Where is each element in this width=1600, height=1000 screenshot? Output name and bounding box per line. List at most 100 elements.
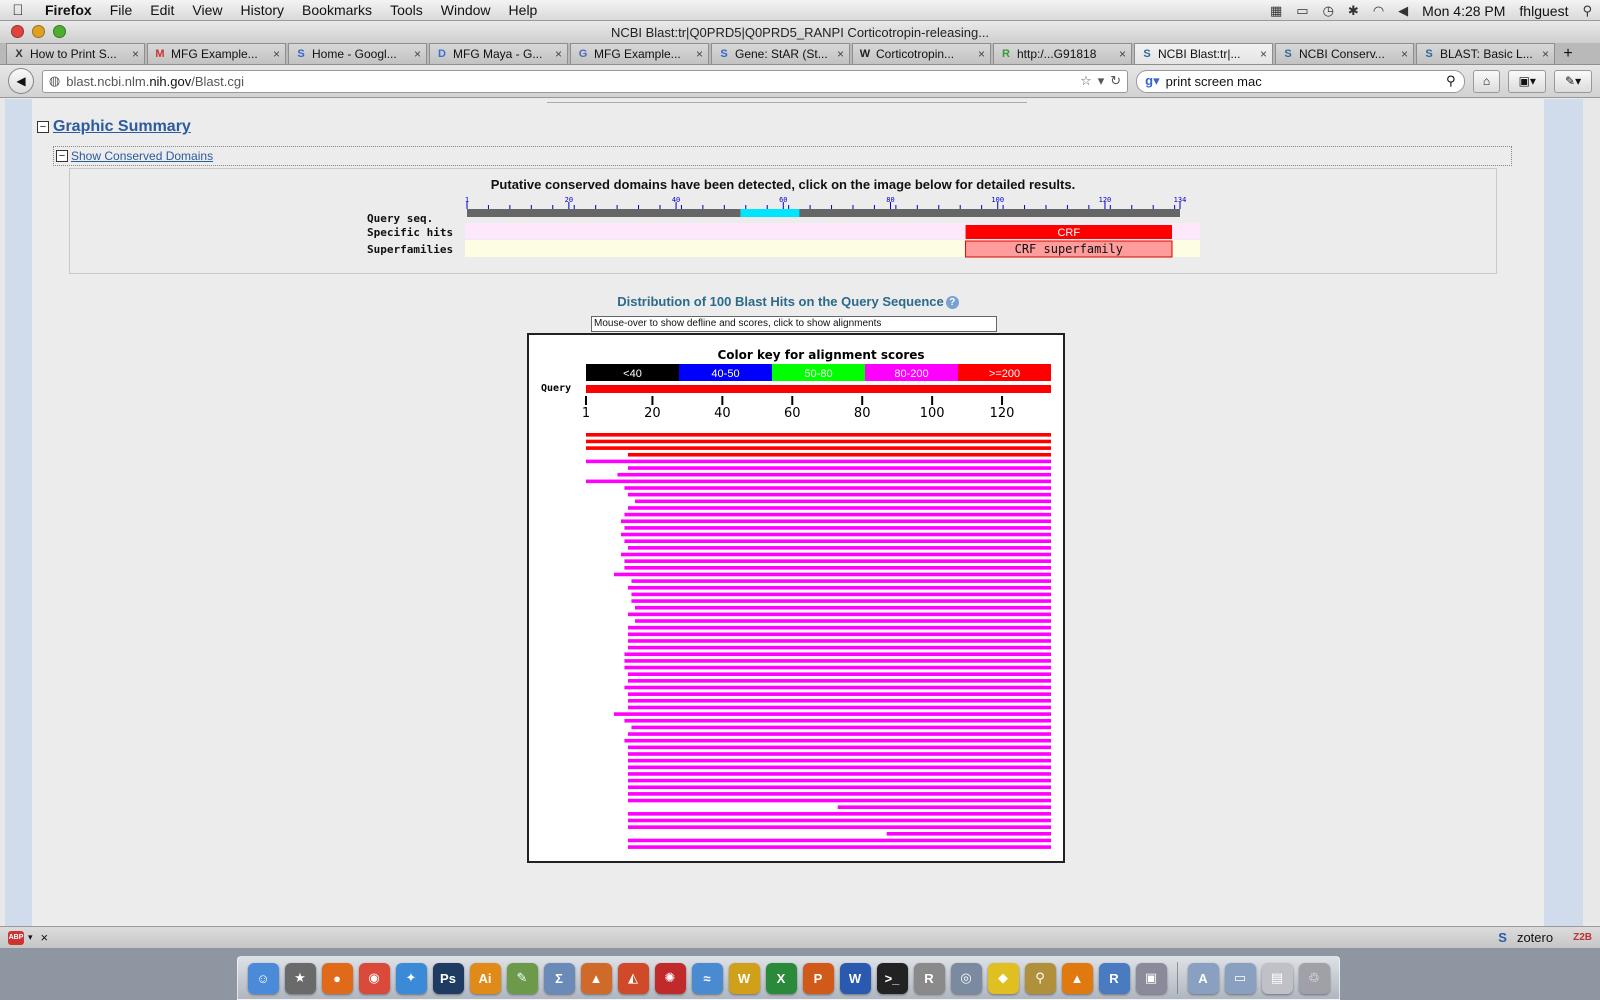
safari-icon[interactable]: ✦ xyxy=(395,962,427,994)
hit-bar[interactable] xyxy=(627,492,1051,497)
menu-view[interactable]: View xyxy=(183,2,231,18)
rstudio-icon[interactable]: R xyxy=(1098,962,1130,994)
tab-close-icon[interactable]: × xyxy=(1401,47,1408,61)
hit-bar[interactable] xyxy=(627,672,1051,676)
search-icon[interactable]: ⚲ xyxy=(1446,73,1456,89)
bluetooth-icon[interactable]: ✱ xyxy=(1348,3,1359,19)
hit-bar[interactable] xyxy=(586,439,1051,444)
hit-bar[interactable] xyxy=(627,625,1051,630)
browser-tab[interactable]: X How to Print S... × xyxy=(6,43,145,64)
word-icon[interactable]: W xyxy=(839,962,871,994)
tab-close-icon[interactable]: × xyxy=(273,47,280,61)
show-conserved-domains-link[interactable]: Show Conserved Domains xyxy=(71,149,213,163)
hit-bar[interactable] xyxy=(624,566,1051,570)
browser-tab[interactable]: Rhttp:/...G91818 × xyxy=(993,43,1132,64)
illustrator-icon[interactable]: Ai xyxy=(469,962,501,994)
blast-hits-svg[interactable]: Color key for alignment scores <40 40-50 50… xyxy=(529,335,1063,861)
hit-bar[interactable] xyxy=(624,718,1051,723)
hit-bar[interactable] xyxy=(627,645,1051,650)
hit-defline-field[interactable]: Mouse-over to show defline and scores, c… xyxy=(591,316,997,332)
firefox-icon[interactable]: ● xyxy=(321,962,353,994)
mathematica-icon[interactable]: ✺ xyxy=(654,962,686,994)
menu-edit[interactable]: Edit xyxy=(141,2,183,18)
browser-tab[interactable]: S Home - Googl... × xyxy=(288,43,427,64)
menu-bookmarks[interactable]: Bookmarks xyxy=(293,2,381,18)
hit-bar[interactable] xyxy=(627,639,1051,643)
hit-bar[interactable] xyxy=(631,579,1051,583)
menu-window[interactable]: Window xyxy=(432,2,500,18)
menubar-user[interactable]: fhlguest xyxy=(1519,3,1568,19)
minimize-window-button[interactable] xyxy=(32,25,45,38)
browser-tab[interactable]: M MFG Example... × xyxy=(147,43,286,64)
hit-bar[interactable] xyxy=(634,619,1051,623)
hit-bar[interactable] xyxy=(627,452,1051,457)
url-bar[interactable]: ◍ blast.ncbi.nlm.nih.gov/Blast.cgi ☆ ▾ ↻ xyxy=(41,69,1129,93)
menu-tools[interactable]: Tools xyxy=(381,2,432,18)
graphic-summary-link[interactable]: Graphic Summary xyxy=(53,118,191,136)
addon-button[interactable]: ✎▾ xyxy=(1554,69,1592,93)
blast-hits-graphic[interactable]: Color key for alignment scores <40 40-50 50… xyxy=(527,333,1065,863)
new-tab-button[interactable]: + xyxy=(1557,43,1579,64)
menu-file[interactable]: File xyxy=(101,2,142,18)
url-dropdown-icon[interactable]: ▾ xyxy=(1098,73,1105,89)
hit-bar[interactable] xyxy=(627,845,1051,849)
hit-bar[interactable] xyxy=(624,738,1051,743)
microscope-icon[interactable]: ⚲ xyxy=(1024,962,1056,994)
hit-bar[interactable] xyxy=(627,699,1051,703)
z2b-icon[interactable]: Z2B xyxy=(1573,932,1592,943)
conserved-domains-image[interactable]: 1 20 40 60 80 100 120 134CRFCRF superfamily xyxy=(70,169,1498,275)
hit-bar[interactable] xyxy=(624,486,1051,490)
hit-bar[interactable] xyxy=(586,433,1051,437)
browser-tab[interactable]: W Corticotropin... × xyxy=(852,43,991,64)
downloads-stack-icon[interactable]: ▤ xyxy=(1261,962,1293,994)
hit-bar[interactable] xyxy=(624,526,1051,530)
menu-app-name[interactable]: Firefox xyxy=(36,2,101,18)
hit-bar[interactable] xyxy=(627,466,1051,470)
hit-bar[interactable] xyxy=(627,585,1051,590)
collapse-conserved-domains-icon[interactable]: − xyxy=(56,150,68,162)
close-addon-bar-icon[interactable]: × xyxy=(41,930,49,945)
r-icon[interactable]: R xyxy=(913,962,945,994)
wifi-icon[interactable]: ◠ xyxy=(1373,3,1384,19)
adblock-dropdown-icon[interactable]: ▾ xyxy=(28,932,33,943)
reload-icon[interactable]: ↻ xyxy=(1110,73,1121,89)
hit-bar[interactable] xyxy=(627,838,1051,843)
hit-bar[interactable] xyxy=(624,652,1051,657)
apple-menu-icon[interactable]:  xyxy=(0,2,36,19)
fetch-icon[interactable]: ≈ xyxy=(691,962,723,994)
tab-close-icon[interactable]: × xyxy=(555,47,562,61)
hit-bar[interactable] xyxy=(627,798,1051,803)
textwrangler-icon[interactable]: W xyxy=(728,962,760,994)
hit-bar[interactable] xyxy=(627,825,1051,829)
excel-icon[interactable]: X xyxy=(765,962,797,994)
hit-bar[interactable] xyxy=(620,532,1051,537)
hit-bar[interactable] xyxy=(627,679,1051,683)
matlab-icon[interactable]: ◭ xyxy=(617,962,649,994)
menu-help[interactable]: Help xyxy=(500,2,547,18)
hit-bar[interactable] xyxy=(837,805,1051,809)
tab-close-icon[interactable]: × xyxy=(837,47,844,61)
hit-bar[interactable] xyxy=(631,592,1051,597)
zoom-window-button[interactable] xyxy=(53,25,66,38)
hit-bar[interactable] xyxy=(624,665,1051,670)
browser-tab[interactable]: G MFG Example... × xyxy=(570,43,709,64)
math-icon[interactable]: Σ xyxy=(543,962,575,994)
hit-bar[interactable] xyxy=(634,605,1051,610)
terminal-icon[interactable]: >_ xyxy=(876,962,908,994)
hit-bar[interactable] xyxy=(627,632,1051,637)
script-menu-icon[interactable]: ▦ xyxy=(1270,3,1282,19)
hit-bar[interactable] xyxy=(586,459,1051,464)
hit-bar[interactable] xyxy=(627,772,1051,776)
chrome-icon[interactable]: ◉ xyxy=(358,962,390,994)
hit-bar[interactable] xyxy=(627,506,1051,510)
imovie-icon[interactable]: ★ xyxy=(284,962,316,994)
hit-bar[interactable] xyxy=(627,818,1051,823)
sync-icon[interactable]: S xyxy=(1498,930,1507,945)
menu-history[interactable]: History xyxy=(231,2,293,18)
volume-icon[interactable]: ◀ xyxy=(1398,3,1408,19)
hit-bar[interactable] xyxy=(627,705,1051,710)
cyberduck-icon[interactable]: ◆ xyxy=(987,962,1019,994)
bookmark-star-icon[interactable]: ☆ xyxy=(1080,73,1092,89)
adblock-icon[interactable]: ABP xyxy=(8,930,24,945)
tab-close-icon[interactable]: × xyxy=(414,47,421,61)
